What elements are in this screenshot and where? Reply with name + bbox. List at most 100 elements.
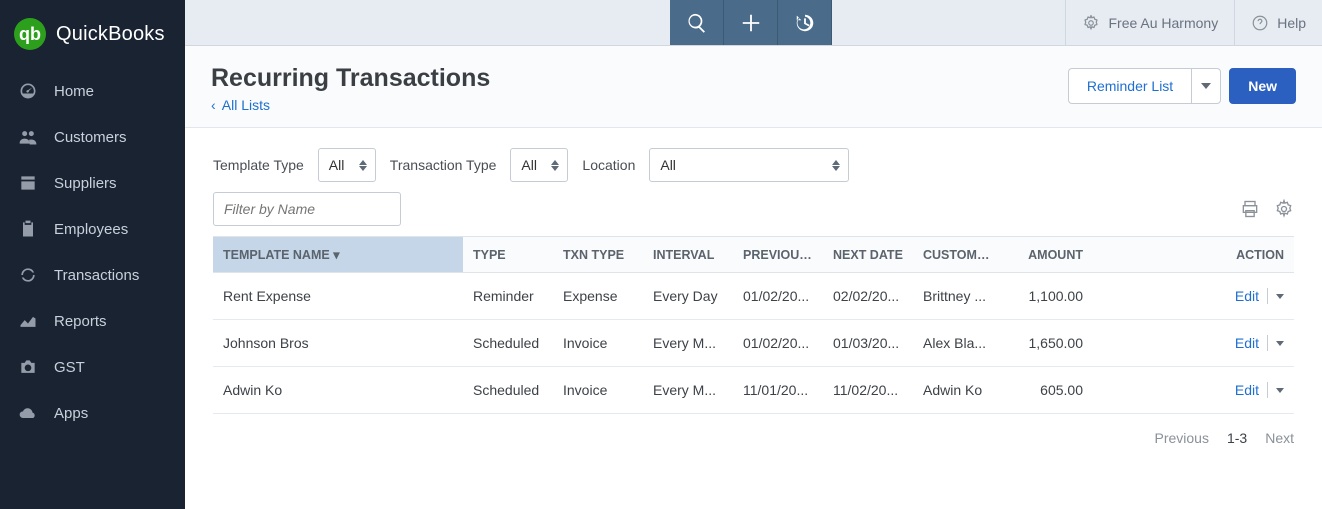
- cell-next: 02/02/20...: [823, 273, 913, 320]
- reminder-list-dropdown[interactable]: [1191, 68, 1221, 104]
- cell-txn-type: Invoice: [553, 367, 643, 414]
- table-row: Rent ExpenseReminderExpenseEvery Day01/0…: [213, 273, 1294, 320]
- template-type-value: All: [329, 157, 345, 173]
- location-select[interactable]: All: [649, 148, 849, 182]
- harmony-label: Free Au Harmony: [1108, 15, 1218, 31]
- location-label: Location: [582, 157, 635, 173]
- sidebar-item-transactions[interactable]: Transactions: [0, 252, 185, 298]
- col-previous[interactable]: PREVIOUS DATE: [733, 237, 823, 273]
- cell-next: 01/03/20...: [823, 320, 913, 367]
- location-value: All: [660, 157, 676, 173]
- recurring-transactions-table: TEMPLATE NAME ▾ TYPE TXN TYPE INTERVAL P…: [213, 236, 1294, 414]
- breadcrumb-label: All Lists: [222, 97, 270, 113]
- separator: [1267, 382, 1268, 398]
- cell-previous: 01/02/20...: [733, 273, 823, 320]
- separator: [1267, 288, 1268, 304]
- table-row: Adwin KoScheduledInvoiceEvery M...11/01/…: [213, 367, 1294, 414]
- cloud-icon: [18, 403, 38, 423]
- sidebar-item-label: Reports: [54, 313, 107, 330]
- history-button[interactable]: [778, 0, 832, 45]
- cell-customer: Brittney ...: [913, 273, 1003, 320]
- col-template-name[interactable]: TEMPLATE NAME ▾: [213, 237, 463, 273]
- col-action: ACTION: [1093, 237, 1294, 273]
- filter-by-name-input[interactable]: [213, 192, 401, 226]
- updown-icon: [832, 160, 840, 171]
- camera-icon: [18, 357, 38, 377]
- sort-desc-icon: ▾: [333, 248, 339, 262]
- help-link[interactable]: Help: [1234, 0, 1322, 45]
- edit-label: Edit: [1235, 335, 1259, 351]
- caret-down-icon: [1276, 341, 1284, 346]
- table-row: Johnson BrosScheduledInvoiceEvery M...01…: [213, 320, 1294, 367]
- chevron-left-icon: ‹: [211, 97, 216, 113]
- col-label: TEMPLATE NAME: [223, 248, 330, 262]
- col-customer[interactable]: CUSTOMER: [913, 237, 1003, 273]
- cell-name: Adwin Ko: [213, 367, 463, 414]
- sidebar-item-employees[interactable]: Employees: [0, 206, 185, 252]
- sidebar-item-home[interactable]: Home: [0, 68, 185, 114]
- sidebar-item-gst[interactable]: GST: [0, 344, 185, 390]
- col-txn-type[interactable]: TXN TYPE: [553, 237, 643, 273]
- sidebar-item-apps[interactable]: Apps: [0, 390, 185, 436]
- col-type[interactable]: TYPE: [463, 237, 553, 273]
- cell-previous: 01/02/20...: [733, 320, 823, 367]
- caret-down-icon: [1201, 83, 1211, 89]
- cell-next: 11/02/20...: [823, 367, 913, 414]
- transaction-type-select[interactable]: All: [510, 148, 568, 182]
- print-icon[interactable]: [1240, 199, 1260, 219]
- cell-amount: 1,650.00: [1003, 320, 1093, 367]
- sidebar-item-customers[interactable]: Customers: [0, 114, 185, 160]
- people-icon: [18, 127, 38, 147]
- template-type-label: Template Type: [213, 157, 304, 173]
- cell-type: Scheduled: [463, 367, 553, 414]
- cell-interval: Every M...: [643, 320, 733, 367]
- cell-amount: 605.00: [1003, 367, 1093, 414]
- sync-icon: [18, 265, 38, 285]
- cell-txn-type: Expense: [553, 273, 643, 320]
- cell-previous: 11/01/20...: [733, 367, 823, 414]
- gauge-icon: [18, 81, 38, 101]
- transaction-type-value: All: [521, 157, 537, 173]
- clipboard-icon: [18, 219, 38, 239]
- caret-down-icon: [1276, 294, 1284, 299]
- pagination-next[interactable]: Next: [1265, 430, 1294, 446]
- plus-icon: [740, 12, 762, 34]
- pagination: Previous 1-3 Next: [185, 414, 1322, 462]
- harmony-link[interactable]: Free Au Harmony: [1065, 0, 1234, 45]
- edit-label: Edit: [1235, 382, 1259, 398]
- cell-type: Reminder: [463, 273, 553, 320]
- breadcrumb-all-lists[interactable]: ‹ All Lists: [211, 97, 490, 113]
- reminder-list-split-button[interactable]: Reminder List: [1068, 68, 1221, 104]
- transaction-type-label: Transaction Type: [390, 157, 497, 173]
- sidebar-item-label: Home: [54, 83, 94, 100]
- edit-label: Edit: [1235, 288, 1259, 304]
- cell-customer: Adwin Ko: [913, 367, 1003, 414]
- new-button[interactable]: New: [1229, 68, 1296, 104]
- brand-name: QuickBooks: [56, 23, 165, 46]
- edit-action[interactable]: Edit: [1235, 288, 1284, 304]
- help-label: Help: [1277, 15, 1306, 31]
- col-next[interactable]: NEXT DATE: [823, 237, 913, 273]
- settings-icon[interactable]: [1274, 199, 1294, 219]
- help-icon: [1251, 14, 1269, 32]
- create-button[interactable]: [724, 0, 778, 45]
- topbar: Free Au Harmony Help: [185, 0, 1322, 46]
- search-button[interactable]: [670, 0, 724, 45]
- new-button-label: New: [1248, 78, 1277, 94]
- sidebar: qb QuickBooks Home Customers Suppliers E…: [0, 0, 185, 509]
- col-amount[interactable]: AMOUNT: [1003, 237, 1093, 273]
- cell-type: Scheduled: [463, 320, 553, 367]
- sidebar-item-label: Employees: [54, 221, 128, 238]
- qb-logo-icon: qb: [14, 18, 46, 50]
- col-interval[interactable]: INTERVAL: [643, 237, 733, 273]
- template-type-select[interactable]: All: [318, 148, 376, 182]
- edit-action[interactable]: Edit: [1235, 335, 1284, 351]
- edit-action[interactable]: Edit: [1235, 382, 1284, 398]
- pagination-prev[interactable]: Previous: [1155, 430, 1209, 446]
- page-title: Recurring Transactions: [211, 64, 490, 93]
- gear-icon: [1082, 14, 1100, 32]
- sidebar-item-suppliers[interactable]: Suppliers: [0, 160, 185, 206]
- pagination-range: 1-3: [1227, 430, 1247, 446]
- search-icon: [686, 12, 708, 34]
- sidebar-item-reports[interactable]: Reports: [0, 298, 185, 344]
